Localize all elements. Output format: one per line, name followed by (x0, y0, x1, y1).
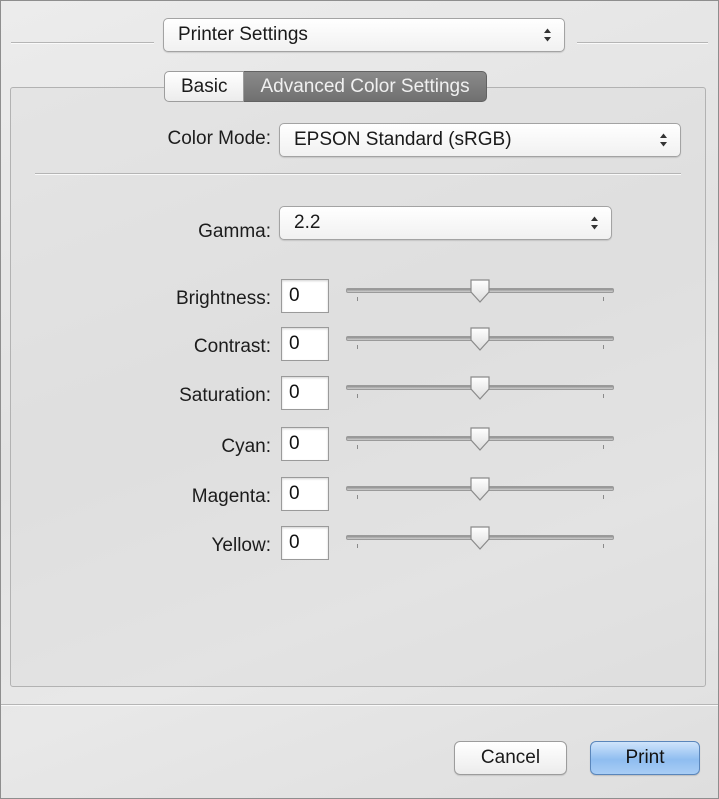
slider-tick (356, 495, 358, 499)
print-button[interactable]: Print (590, 741, 700, 775)
slider-tick (603, 345, 605, 349)
gamma-label: Gamma: (198, 221, 271, 242)
slider-thumb-icon[interactable] (468, 476, 492, 502)
color-mode-popup[interactable]: EPSON Standard (sRGB) (279, 123, 681, 157)
divider-left (11, 42, 154, 44)
brightness-slider[interactable] (346, 277, 614, 311)
print-dialog: Printer Settings Basic Advanced Color Se… (0, 0, 719, 799)
gamma-popup[interactable]: 2.2 (279, 206, 612, 240)
slider-tick (356, 345, 358, 349)
tab-advanced-color-settings[interactable]: Advanced Color Settings (244, 71, 487, 102)
slider-tick (603, 297, 605, 301)
saturation-input[interactable]: 0 (281, 376, 329, 410)
preset-popup-value: Printer Settings (178, 24, 308, 45)
color-mode-value: EPSON Standard (sRGB) (294, 129, 512, 150)
yellow-slider[interactable] (346, 524, 614, 558)
magenta-input[interactable]: 0 (281, 477, 329, 511)
magenta-slider[interactable] (346, 475, 614, 509)
cyan-slider[interactable] (346, 425, 614, 459)
yellow-input[interactable]: 0 (281, 526, 329, 560)
slider-tick (603, 544, 605, 548)
cancel-button[interactable]: Cancel (454, 741, 567, 775)
slider-tick (603, 495, 605, 499)
slider-thumb-icon[interactable] (468, 326, 492, 352)
saturation-label: Saturation: (179, 385, 271, 406)
slider-tick (603, 394, 605, 398)
color-mode-label: Color Mode: (167, 128, 272, 149)
gamma-value: 2.2 (294, 212, 321, 233)
up-down-arrows-icon (591, 216, 598, 230)
footer-divider (1, 704, 718, 706)
divider-right (577, 42, 708, 44)
magenta-label: Magenta: (191, 486, 271, 507)
slider-tick (603, 445, 605, 449)
tab-basic[interactable]: Basic (164, 71, 245, 102)
contrast-input[interactable]: 0 (281, 327, 329, 361)
slider-tick (356, 297, 358, 301)
cyan-input[interactable]: 0 (281, 427, 329, 461)
slider-tick (356, 544, 358, 548)
contrast-slider[interactable] (346, 325, 614, 359)
brightness-label: Brightness: (175, 288, 271, 309)
slider-thumb-icon[interactable] (468, 426, 492, 452)
slider-thumb-icon[interactable] (468, 375, 492, 401)
up-down-arrows-icon (660, 133, 667, 147)
brightness-input[interactable]: 0 (281, 279, 329, 313)
yellow-label: Yellow: (211, 535, 271, 556)
cyan-label: Cyan: (221, 436, 271, 457)
tab-bar: Basic Advanced Color Settings (164, 71, 487, 102)
contrast-label: Contrast: (193, 336, 271, 357)
preset-popup[interactable]: Printer Settings (163, 18, 565, 52)
slider-thumb-icon[interactable] (468, 525, 492, 551)
up-down-arrows-icon (544, 28, 551, 42)
slider-tick (356, 394, 358, 398)
slider-thumb-icon[interactable] (468, 278, 492, 304)
saturation-slider[interactable] (346, 374, 614, 408)
section-divider (35, 173, 681, 175)
slider-tick (356, 445, 358, 449)
